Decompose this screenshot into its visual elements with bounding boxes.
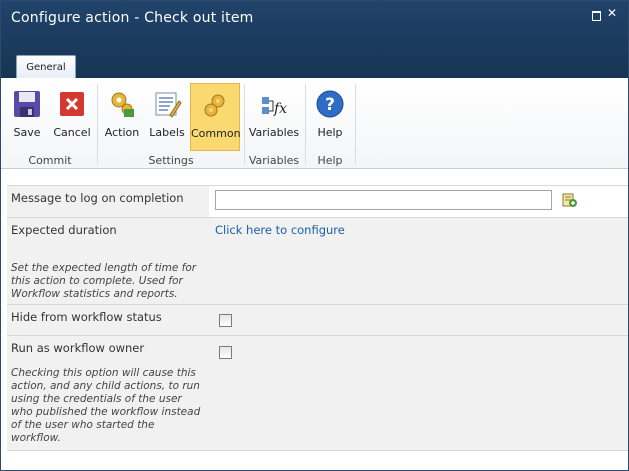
insert-reference-icon[interactable] bbox=[562, 192, 578, 208]
group-variables-label: Variables bbox=[248, 154, 300, 167]
save-icon bbox=[14, 91, 40, 117]
group-help-label: Help bbox=[317, 154, 343, 167]
group-separator bbox=[97, 84, 98, 164]
duration-description: Set the expected length of time for this… bbox=[11, 262, 197, 300]
maximize-icon[interactable] bbox=[592, 11, 601, 21]
form-area: Message to log on completion Expected du… bbox=[1, 169, 628, 470]
message-input[interactable] bbox=[215, 190, 552, 210]
variables-button[interactable]: fx Variables bbox=[248, 83, 300, 149]
labels-button[interactable]: Labels bbox=[147, 83, 187, 149]
form-bottom-divider bbox=[7, 450, 628, 451]
hide-checkbox[interactable] bbox=[219, 314, 232, 327]
group-separator bbox=[244, 84, 245, 164]
common-button[interactable]: Common bbox=[190, 83, 241, 151]
configure-action-dialog: Configure action - Check out item ✕ Gene… bbox=[0, 0, 629, 471]
group-commit-label: Commit bbox=[28, 154, 72, 167]
ribbon: Save Cancel Action Labels Common fx Vari… bbox=[1, 78, 628, 169]
common-label: Common bbox=[191, 127, 241, 140]
message-row: Message to log on completion bbox=[7, 185, 628, 218]
labels-icon bbox=[155, 92, 182, 118]
save-label: Save bbox=[13, 126, 41, 139]
labels-label: Labels bbox=[149, 126, 185, 139]
duration-label: Expected duration bbox=[11, 223, 117, 237]
tab-general[interactable]: General bbox=[16, 55, 76, 78]
duration-row: Expected duration Set the expected lengt… bbox=[7, 217, 628, 305]
save-button[interactable]: Save bbox=[6, 83, 48, 149]
owner-checkbox[interactable] bbox=[219, 346, 232, 359]
variables-fx-icon: fx bbox=[262, 97, 287, 117]
help-button[interactable]: ? Help bbox=[309, 83, 351, 149]
cancel-button[interactable]: Cancel bbox=[51, 83, 93, 149]
cancel-icon bbox=[60, 92, 84, 116]
svg-text:fx: fx bbox=[273, 101, 287, 117]
message-label: Message to log on completion bbox=[11, 191, 184, 205]
group-separator bbox=[305, 84, 306, 164]
help-label: Help bbox=[317, 126, 343, 139]
owner-label: Run as workflow owner bbox=[11, 341, 145, 355]
hide-label: Hide from workflow status bbox=[11, 310, 162, 324]
common-gears-icon bbox=[204, 94, 225, 117]
action-label: Action bbox=[104, 126, 140, 139]
close-icon[interactable]: ✕ bbox=[607, 7, 617, 19]
help-icon: ? bbox=[316, 90, 344, 118]
group-settings-label: Settings bbox=[148, 154, 194, 167]
owner-row: Run as workflow owner Checking this opti… bbox=[7, 335, 628, 451]
svg-text:?: ? bbox=[325, 95, 335, 115]
owner-description: Checking this option will cause this act… bbox=[11, 367, 201, 444]
cancel-label: Cancel bbox=[53, 126, 91, 139]
group-separator bbox=[355, 84, 356, 164]
dialog-title: Configure action - Check out item bbox=[11, 10, 254, 26]
action-button[interactable]: Action bbox=[101, 83, 143, 149]
variables-label: Variables bbox=[248, 126, 300, 139]
hide-row: Hide from workflow status bbox=[7, 304, 628, 336]
configure-duration-link[interactable]: Click here to configure bbox=[215, 223, 345, 237]
title-bar: Configure action - Check out item ✕ Gene… bbox=[1, 1, 628, 79]
action-gears-icon bbox=[111, 92, 134, 117]
